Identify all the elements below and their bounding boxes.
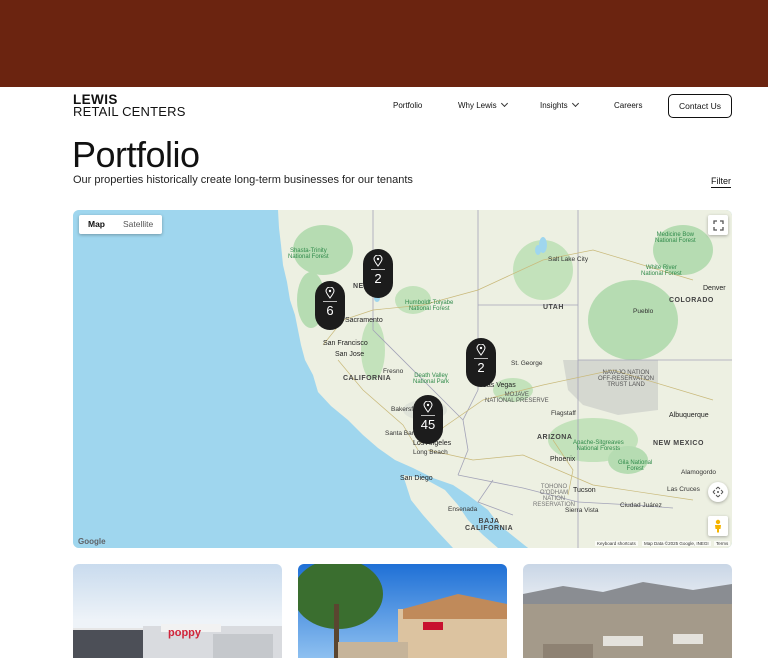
pan-arrows-icon <box>712 486 724 498</box>
map-type-toggle: Map Satellite <box>79 215 163 234</box>
map-label-sierra-vista: Sierra Vista <box>565 507 599 514</box>
property-image <box>73 624 282 658</box>
property-card[interactable]: poppy <box>73 564 282 658</box>
property-image <box>523 582 732 658</box>
map-label-medicine-bow: Medicine Bow National Forest <box>655 232 696 244</box>
map-label-baja: BAJA CALIFORNIA <box>465 518 514 532</box>
map-cluster-marker[interactable]: 45 <box>413 395 443 444</box>
map-label-shasta: Shasta-Trinity National Forest <box>288 248 329 260</box>
map-label-apache: Apache-Sitgreaves National Forests <box>573 440 624 452</box>
map-label-long-beach: Long Beach <box>413 449 448 456</box>
brand-line2: RETAIL CENTERS <box>73 104 186 119</box>
map-label-utah: UTAH <box>543 304 564 311</box>
property-card[interactable] <box>298 564 507 658</box>
filter-button[interactable]: Filter <box>711 176 731 188</box>
fullscreen-icon <box>712 219 724 231</box>
map-label-death-valley: Death Valley National Park <box>413 373 450 385</box>
map-label-arizona: ARIZONA <box>537 434 573 441</box>
map-label-colorado: COLORADO <box>669 297 714 304</box>
map-label-albuquerque: Albuquerque <box>669 412 709 419</box>
nav-careers[interactable]: Careers <box>614 101 642 110</box>
map-label-navajo: NAVAJO NATION OFF-RESERVATION TRUST LAND <box>598 370 655 388</box>
map-label-ciudad-juarez: Ciudad Juárez <box>620 502 662 509</box>
map-label-grand-junction-short: Pueblo <box>633 308 654 315</box>
property-image <box>298 564 507 658</box>
nav-insights-label: Insights <box>540 101 568 110</box>
map-label-ensenada: Ensenada <box>448 506 478 513</box>
map-cluster-marker[interactable]: 2 <box>466 338 496 387</box>
cluster-count: 45 <box>420 417 436 432</box>
map-label-san-diego: San Diego <box>400 475 433 482</box>
nav-why-lewis-label: Why Lewis <box>458 101 497 110</box>
store-sign: poppy <box>168 627 201 639</box>
top-banner <box>0 0 768 87</box>
map-label-phoenix: Phoenix <box>550 456 576 463</box>
map-label-humboldt: Humboldt-Toiyabe National Forest <box>405 300 454 312</box>
chevron-down-icon <box>500 99 508 108</box>
map-label-white-river: White River National Forest <box>641 265 682 277</box>
map-cluster-marker[interactable]: 2 <box>363 249 393 298</box>
map-label-salt-lake-city: Salt Lake City <box>548 256 589 263</box>
map-label-san-francisco: San Francisco <box>323 340 368 347</box>
map-type-satellite-button[interactable]: Satellite <box>114 215 162 234</box>
map-label-gila: Gila National Forest <box>618 460 653 472</box>
nav-insights[interactable]: Insights <box>540 99 579 110</box>
map-label-denver: Denver <box>703 285 726 292</box>
cluster-divider <box>474 358 488 359</box>
keyboard-shortcuts-link[interactable]: Keyboard shortcuts <box>595 541 638 546</box>
cluster-divider <box>323 301 337 302</box>
map-cluster-marker[interactable]: 6 <box>315 281 345 330</box>
map-label-new-mexico: NEW MEXICO <box>653 440 704 447</box>
map-label-las-cruces: Las Cruces <box>667 486 700 493</box>
portfolio-map[interactable]: NEVADA UTAH COLORADO CALIFORNIA ARIZONA … <box>73 210 732 548</box>
street-view-pegman[interactable] <box>708 516 728 536</box>
property-card[interactable] <box>523 564 732 658</box>
map-label-fresno: Fresno <box>383 368 404 375</box>
map-pan-control[interactable] <box>708 482 728 502</box>
map-label-tucson: Tucson <box>573 487 596 494</box>
pegman-icon <box>715 519 721 533</box>
map-label-st-george: St. George <box>511 360 543 367</box>
map-label-sacramento: Sacramento <box>345 317 383 324</box>
map-label-san-jose: San Jose <box>335 351 365 358</box>
cluster-divider <box>421 415 435 416</box>
nav-portfolio[interactable]: Portfolio <box>393 101 422 110</box>
contact-us-button[interactable]: Contact Us <box>668 94 732 118</box>
cluster-count: 6 <box>326 303 334 318</box>
map-pin-icon <box>476 344 486 356</box>
page-title: Portfolio <box>72 134 200 175</box>
map-label-tohono: TOHONO O'ODHAM NATION RESERVATION <box>533 484 576 508</box>
map-pin-icon <box>325 287 335 299</box>
map-label-flagstaff: Flagstaff <box>551 410 576 417</box>
terms-link[interactable]: Terms <box>714 541 731 546</box>
fullscreen-button[interactable] <box>708 215 728 235</box>
cluster-count: 2 <box>374 271 382 286</box>
map-label-mojave: MOJAVE NATIONAL PRESERVE <box>485 392 549 404</box>
map-label-alamogordo: Alamogordo <box>681 469 717 476</box>
cluster-count: 2 <box>477 360 485 375</box>
map-data-attribution: Map Data ©2025 Google, INEGI <box>642 541 711 546</box>
map-label-california: CALIFORNIA <box>343 375 392 382</box>
chevron-down-icon <box>571 99 579 108</box>
map-pin-icon <box>423 401 433 413</box>
google-logo: Google <box>78 537 106 546</box>
nav-why-lewis[interactable]: Why Lewis <box>458 99 508 110</box>
map-type-map-button[interactable]: Map <box>79 215 114 234</box>
page-subtitle: Our properties historically create long-… <box>73 174 413 186</box>
brand-logo[interactable]: LEWIS RETAIL CENTERS <box>73 93 186 119</box>
map-pin-icon <box>373 255 383 267</box>
cluster-divider <box>371 269 385 270</box>
